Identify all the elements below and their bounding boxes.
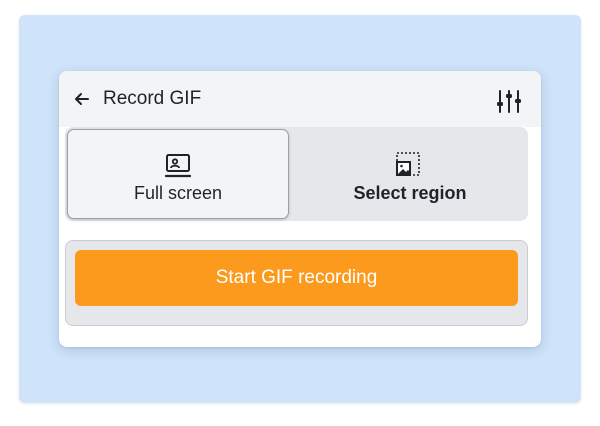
capture-mode-selector: Full screen Select region	[65, 127, 528, 221]
full-screen-label: Full screen	[133, 183, 223, 203]
panel-header: Record GIF	[59, 71, 541, 127]
panel-title: Record GIF	[103, 88, 202, 109]
full-screen-option[interactable]: Full screen	[67, 129, 289, 219]
arrow-left-icon[interactable]	[73, 90, 91, 108]
screen-capture-icon	[164, 154, 192, 178]
recording-action-area: Start GIF recording	[65, 240, 528, 326]
sliders-icon[interactable]	[495, 87, 523, 115]
start-gif-recording-button[interactable]: Start GIF recording	[75, 250, 518, 306]
region-select-icon	[396, 152, 420, 176]
record-gif-panel: Record GIF Full screen Select region Sta…	[59, 71, 541, 347]
select-region-option[interactable]: Select region	[297, 129, 523, 219]
select-region-label: Select region	[353, 183, 467, 203]
